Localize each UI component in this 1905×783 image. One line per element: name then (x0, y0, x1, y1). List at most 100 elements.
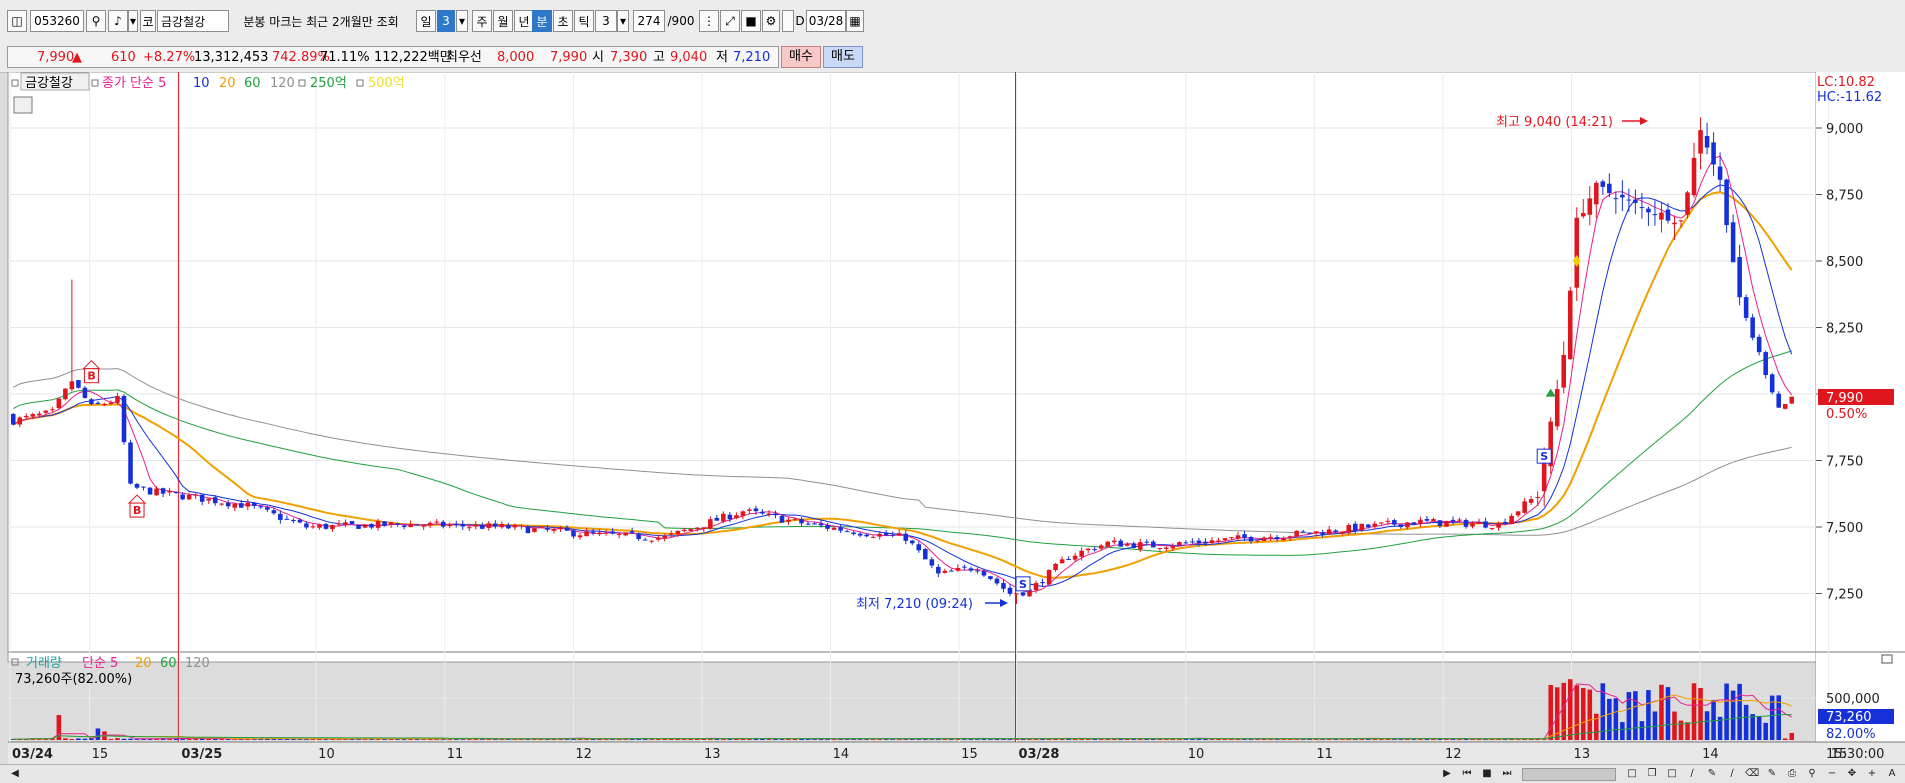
period-dropdown-icon[interactable]: ▾ (456, 10, 468, 32)
candle-body (590, 531, 596, 533)
save-icon[interactable]: ■ (741, 10, 761, 32)
minus-icon[interactable]: − (1825, 767, 1839, 781)
candle-body (1750, 317, 1755, 338)
candle-body (551, 529, 557, 531)
calendar-icon[interactable]: ▦ (846, 10, 864, 32)
chart-scrollbar[interactable]: ◀ ▶ ⏮ ■ ⏭ □ ❐ □ ∕ ✎ ∕ ⌫ ✎ ⎙ ⚲ − ✥ + A (0, 764, 1905, 783)
period-month-button[interactable]: 월 (493, 10, 513, 32)
table-view-icon[interactable] (13, 96, 33, 114)
volume-bar (134, 739, 140, 740)
buy-button[interactable]: 매수 (781, 46, 821, 68)
font-size-icon[interactable]: A (1885, 767, 1899, 781)
candle-body (369, 524, 374, 528)
stock-code-input[interactable]: 053260 (30, 10, 84, 32)
volume-bar (1620, 722, 1625, 740)
magnifier-icon[interactable]: ⚲ (1805, 767, 1819, 781)
candle-body (675, 530, 681, 535)
date-input[interactable]: 03/28 (806, 10, 846, 32)
period-second-button[interactable]: 초 (553, 10, 573, 32)
copy-icon[interactable]: ❐ (1645, 767, 1659, 781)
settings-gear-icon[interactable]: ⚙ (762, 10, 780, 32)
overlay-icon[interactable]: □ (1665, 767, 1679, 781)
stock-name-input[interactable]: 금강철강 (157, 10, 229, 32)
volume-bar (760, 738, 765, 740)
candle-body (323, 523, 329, 529)
candle-body (50, 409, 55, 411)
candle-body (597, 532, 602, 535)
candle-body (193, 494, 198, 496)
candle-body (1033, 583, 1039, 591)
low-annotation-text: 최저 7,210 (09:24) (856, 597, 973, 612)
print-icon[interactable]: ⎙ (1785, 767, 1799, 781)
candle-body (1646, 208, 1651, 213)
candle-body (1691, 157, 1697, 196)
date-checkbox[interactable] (782, 10, 794, 32)
candle-body (356, 525, 361, 529)
line-tool-icon[interactable]: ∕ (1685, 767, 1699, 781)
brush-icon[interactable]: ✎ (1765, 767, 1779, 781)
scroll-left-icon[interactable]: ◀ (8, 767, 22, 781)
scroll-last-icon[interactable]: ⏭ (1500, 767, 1514, 781)
volume-current-label: 73,260 (1826, 710, 1872, 725)
zoom-out-icon[interactable]: □ (1625, 767, 1639, 781)
candle-body (740, 511, 746, 516)
draw-tool-icon[interactable]: ⤢ (720, 10, 740, 32)
speaker-icon[interactable]: ♪ (108, 10, 128, 32)
time-tick-label: 10 (318, 747, 335, 762)
period-day-button[interactable]: 일 (416, 10, 436, 32)
candle-body (890, 534, 896, 536)
quote-change: 610 (111, 50, 136, 65)
indicator-icon[interactable]: ⋮ (699, 10, 719, 32)
candle-body (225, 502, 231, 507)
layout-icon[interactable]: ◫ (7, 10, 27, 32)
candle-body (56, 398, 62, 409)
volume-legend-ma20: 20 (135, 656, 152, 671)
candle-body (1164, 547, 1169, 549)
candle-body (636, 534, 641, 539)
period-minute-button[interactable]: 분 (532, 10, 552, 32)
candle-body (1144, 541, 1150, 543)
candle-body (37, 413, 42, 416)
pen-tool-icon[interactable]: ✎ (1705, 767, 1719, 781)
speaker-dropdown-icon[interactable]: ▾ (128, 10, 138, 32)
candle-body (955, 567, 961, 571)
move-icon[interactable]: ✥ (1845, 767, 1859, 781)
scroll-thumb[interactable] (1522, 768, 1616, 781)
candle-body (629, 531, 635, 533)
search-icon[interactable]: ⚲ (86, 10, 106, 32)
period-day-count[interactable]: 3 (437, 10, 455, 32)
count-input[interactable]: 274 (633, 10, 665, 32)
price-tick-label: 7,250 (1826, 588, 1863, 603)
interval-input[interactable]: 3 (595, 10, 617, 32)
plus-icon[interactable]: + (1865, 767, 1879, 781)
candle-body (1001, 583, 1006, 589)
candle-body (1509, 515, 1514, 525)
scroll-first-icon[interactable]: ⏮ (1460, 767, 1474, 781)
volume-bar (1183, 738, 1189, 740)
candle-body (1124, 543, 1130, 546)
candle-body (929, 559, 935, 566)
scroll-right-icon[interactable]: ▶ (1440, 767, 1454, 781)
candle-body (1059, 559, 1065, 564)
period-year-button[interactable]: 년 (514, 10, 534, 32)
hc-label: HC:-11.62 (1817, 90, 1882, 105)
candle-body (1470, 523, 1475, 527)
candle-body (1554, 389, 1560, 427)
chart-area[interactable]: 9,0008,7508,5008,2508,0007,7507,5007,250… (0, 72, 1905, 764)
interval-dropdown-icon[interactable]: ▾ (617, 10, 629, 32)
candle-body (1463, 519, 1469, 527)
candle-body (851, 532, 856, 535)
period-week-button[interactable]: 주 (472, 10, 492, 32)
sell-button[interactable]: 매도 (823, 46, 863, 68)
period-tick-button[interactable]: 틱 (574, 10, 594, 32)
eraser-icon[interactable]: ⌫ (1745, 767, 1759, 781)
stop-icon[interactable]: ■ (1480, 767, 1494, 781)
pattern-tool-icon[interactable]: ∕ (1725, 767, 1739, 781)
candle-body (1359, 523, 1365, 531)
candle-body (219, 503, 225, 505)
candle-body (564, 527, 570, 531)
candle-body (1177, 542, 1182, 545)
quote-volume: 13,312,453 (194, 50, 269, 65)
quote-amount: 112,222백만 (374, 50, 452, 65)
price-tick-label: 8,500 (1826, 255, 1863, 270)
